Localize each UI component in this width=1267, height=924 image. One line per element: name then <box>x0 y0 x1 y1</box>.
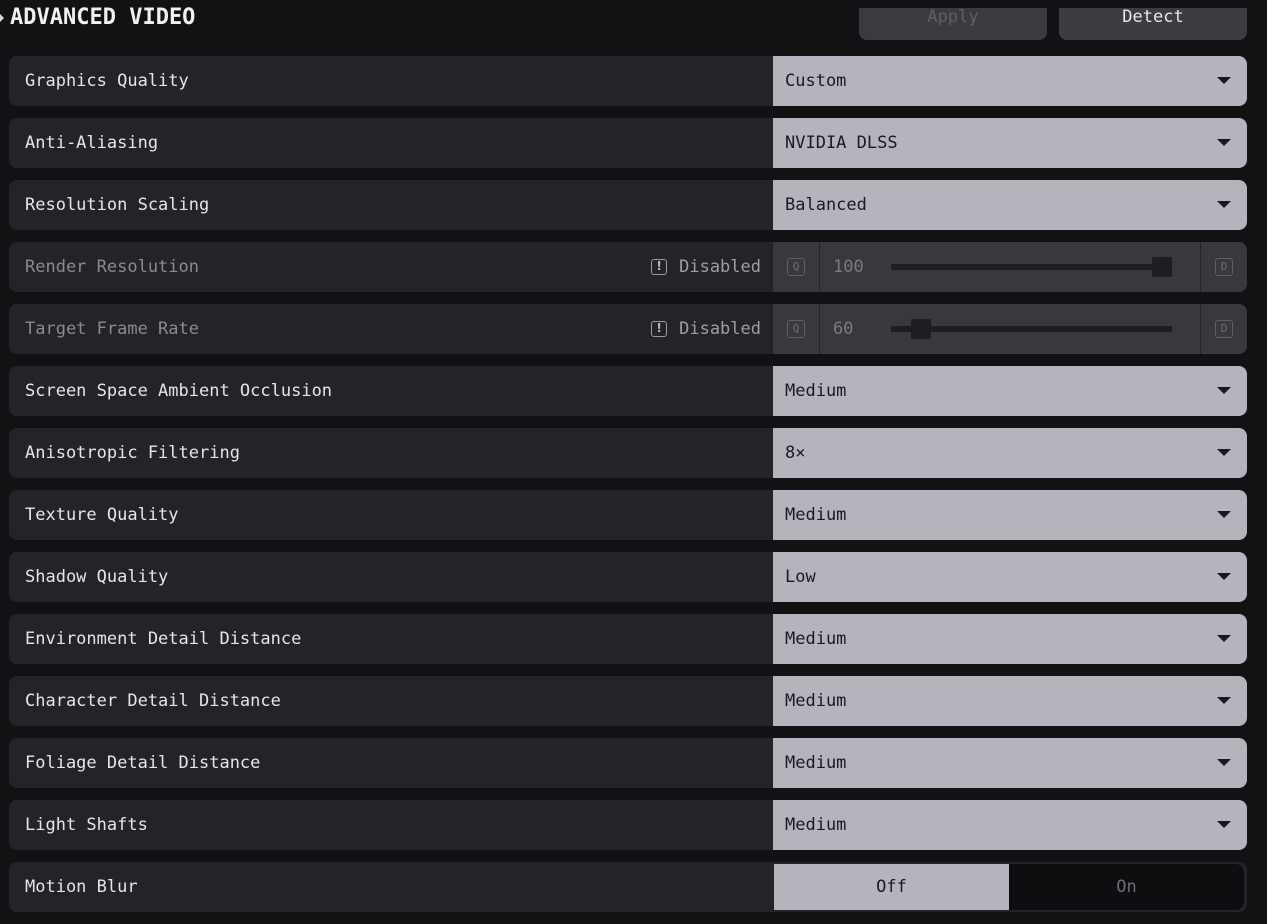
caret-down-icon <box>1217 635 1231 642</box>
shadow-quality-dropdown[interactable]: Low <box>773 552 1247 602</box>
graphics-quality-dropdown[interactable]: Custom <box>773 56 1247 106</box>
section-header: ADVANCED VIDEO Apply Detect <box>0 0 1267 40</box>
setting-label: Environment Detail Distance <box>25 629 302 649</box>
setting-row-character-detail-distance: Character Detail Distance Medium <box>9 676 1247 726</box>
render-resolution-slider: Q 100 D <box>773 242 1247 292</box>
ssao-dropdown[interactable]: Medium <box>773 366 1247 416</box>
setting-row-render-resolution: Render Resolution ! Disabled Q 100 D <box>9 242 1247 292</box>
increase-key: D <box>1200 242 1247 292</box>
caret-down-icon <box>1217 759 1231 766</box>
setting-row-anisotropic-filtering: Anisotropic Filtering 8× <box>9 428 1247 478</box>
setting-label: Target Frame Rate <box>25 319 199 339</box>
setting-row-graphics-quality: Graphics Quality Custom <box>9 56 1247 106</box>
advanced-video-settings: ADVANCED VIDEO Apply Detect Graphics Qua… <box>0 0 1267 924</box>
warning-icon: ! <box>651 259 668 275</box>
setting-row-light-shafts: Light Shafts Medium <box>9 800 1247 850</box>
setting-row-ssao: Screen Space Ambient Occlusion Medium <box>9 366 1247 416</box>
dropdown-value: 8× <box>785 443 806 463</box>
dropdown-value: Low <box>785 567 816 587</box>
caret-down-icon <box>1217 449 1231 456</box>
setting-row-environment-detail-distance: Environment Detail Distance Medium <box>9 614 1247 664</box>
setting-row-shadow-quality: Shadow Quality Low <box>9 552 1247 602</box>
disabled-note: ! Disabled <box>651 242 761 292</box>
slider-thumb <box>911 319 932 339</box>
caret-down-icon <box>1217 201 1231 208</box>
decrease-key: Q <box>773 242 820 292</box>
dropdown-value: Medium <box>785 753 847 773</box>
setting-row-foliage-detail-distance: Foliage Detail Distance Medium <box>9 738 1247 788</box>
toggle-off-option[interactable]: Off <box>774 864 1009 910</box>
increase-key: D <box>1200 304 1247 354</box>
setting-row-anti-aliasing: Anti-Aliasing NVIDIA DLSS <box>9 118 1247 168</box>
apply-button[interactable]: Apply <box>859 8 1047 40</box>
setting-label: Anisotropic Filtering <box>25 443 240 463</box>
warning-icon: ! <box>651 321 668 337</box>
caret-down-icon <box>1217 77 1231 84</box>
setting-label: Resolution Scaling <box>25 195 210 215</box>
setting-label: Foliage Detail Distance <box>25 753 261 773</box>
disabled-label: Disabled <box>679 319 761 339</box>
slider-thumb <box>1152 257 1172 277</box>
key-q-icon: Q <box>787 258 805 276</box>
anti-aliasing-dropdown[interactable]: NVIDIA DLSS <box>773 118 1247 168</box>
texture-quality-dropdown[interactable]: Medium <box>773 490 1247 540</box>
caret-down-icon <box>1217 573 1231 580</box>
dropdown-value: Medium <box>785 629 847 649</box>
setting-row-resolution-scaling: Resolution Scaling Balanced <box>9 180 1247 230</box>
slider-track <box>891 319 1172 339</box>
resolution-scaling-dropdown[interactable]: Balanced <box>773 180 1247 230</box>
caret-down-icon <box>1217 821 1231 828</box>
dropdown-value: Medium <box>785 691 847 711</box>
caret-down-icon <box>1217 139 1231 146</box>
caret-down-icon <box>1217 697 1231 704</box>
caret-down-icon <box>1217 387 1231 394</box>
setting-row-texture-quality: Texture Quality Medium <box>9 490 1247 540</box>
setting-label: Screen Space Ambient Occlusion <box>25 381 333 401</box>
dropdown-value: Medium <box>785 815 847 835</box>
decrease-key: Q <box>773 304 820 354</box>
slider-value: 100 <box>833 257 864 277</box>
light-shafts-dropdown[interactable]: Medium <box>773 800 1247 850</box>
disabled-label: Disabled <box>679 257 761 277</box>
key-d-icon: D <box>1215 320 1233 338</box>
setting-row-motion-blur: Motion Blur Off On <box>9 862 1247 912</box>
toggle-on-option[interactable]: On <box>1009 864 1244 910</box>
dropdown-value: Medium <box>785 505 847 525</box>
setting-label: Character Detail Distance <box>25 691 281 711</box>
setting-label: Render Resolution <box>25 257 199 277</box>
foliage-detail-distance-dropdown[interactable]: Medium <box>773 738 1247 788</box>
detect-button[interactable]: Detect <box>1059 8 1247 40</box>
anisotropic-filtering-dropdown[interactable]: 8× <box>773 428 1247 478</box>
setting-label: Graphics Quality <box>25 71 189 91</box>
caret-down-icon <box>1217 511 1231 518</box>
key-d-icon: D <box>1215 258 1233 276</box>
character-detail-distance-dropdown[interactable]: Medium <box>773 676 1247 726</box>
slider-value: 60 <box>833 319 854 339</box>
disabled-note: ! Disabled <box>651 304 761 354</box>
environment-detail-distance-dropdown[interactable]: Medium <box>773 614 1247 664</box>
dropdown-value: Custom <box>785 71 847 91</box>
motion-blur-toggle: Off On <box>774 864 1244 910</box>
setting-label: Light Shafts <box>25 815 148 835</box>
target-frame-rate-slider: Q 60 D <box>773 304 1247 354</box>
dropdown-value: Balanced <box>785 195 867 215</box>
section-title: ADVANCED VIDEO <box>10 5 196 30</box>
collapse-chevron-icon[interactable] <box>0 14 4 22</box>
key-q-icon: Q <box>787 320 805 338</box>
setting-label: Shadow Quality <box>25 567 169 587</box>
setting-row-target-frame-rate: Target Frame Rate ! Disabled Q 60 D <box>9 304 1247 354</box>
setting-label: Anti-Aliasing <box>25 133 159 153</box>
setting-label: Texture Quality <box>25 505 179 525</box>
slider-track <box>891 257 1172 277</box>
dropdown-value: Medium <box>785 381 847 401</box>
setting-label: Motion Blur <box>25 877 138 897</box>
dropdown-value: NVIDIA DLSS <box>785 133 898 153</box>
